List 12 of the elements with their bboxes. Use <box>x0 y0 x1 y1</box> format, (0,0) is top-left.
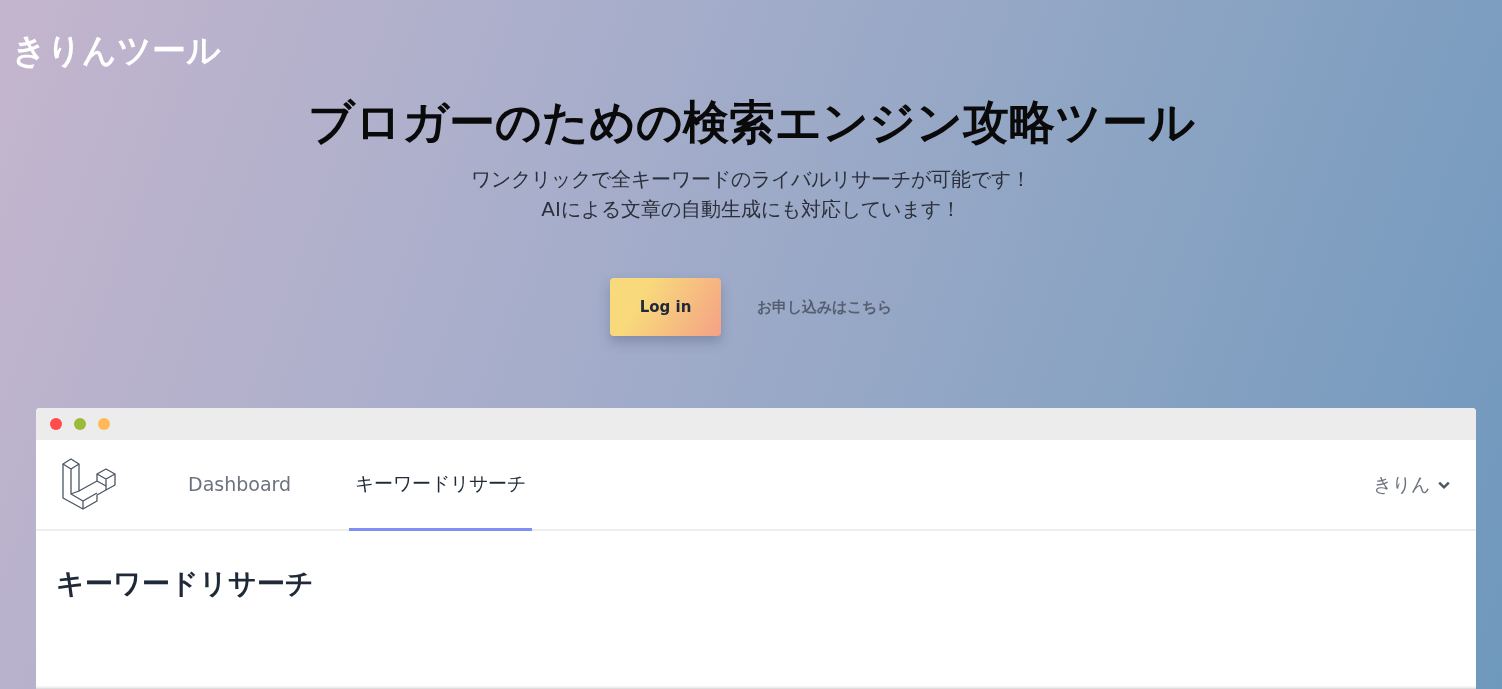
window-control-icon[interactable] <box>74 418 86 430</box>
page-heading: キーワードリサーチ <box>56 566 315 602</box>
hero-title: ブロガーのための検索エンジン攻略ツール <box>307 94 1195 151</box>
login-button[interactable]: Log in <box>610 278 721 336</box>
hero-subtitle: ワンクリックで全キーワードのライバルリサーチが可能です！ AIによる文章の自動生成にも対応しています！ <box>471 166 1031 223</box>
user-menu[interactable]: きりん <box>1373 471 1450 498</box>
signup-link[interactable]: お申し込みはこちら <box>757 293 892 321</box>
nav-tab[interactable]: Dashboard <box>182 440 298 531</box>
nav-tab[interactable]: キーワードリサーチ <box>349 440 533 531</box>
window-control-icon[interactable] <box>98 418 110 430</box>
chevron-down-icon <box>1438 479 1450 490</box>
window-control-icon[interactable] <box>50 418 62 430</box>
